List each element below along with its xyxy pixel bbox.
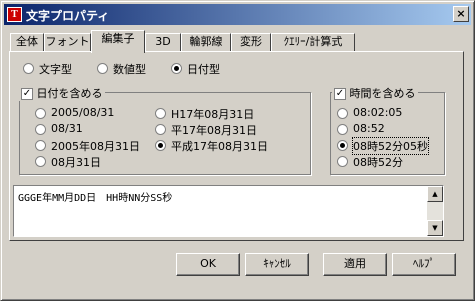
cancel-button[interactable]: ｷｬﾝｾﾙ xyxy=(245,253,309,276)
properties-dialog: T 文字プロパティ × 全体 フォント 編集子 3D 輪郭線 変形 ｸｴﾘｰ/計… xyxy=(0,0,475,301)
tab-zentai[interactable]: 全体 xyxy=(10,33,44,51)
app-icon: T xyxy=(7,7,22,22)
apply-button[interactable]: 適用 xyxy=(323,253,387,276)
tab-panel xyxy=(9,51,464,241)
help-button[interactable]: ﾍﾙﾌﾟ xyxy=(392,253,456,276)
ok-button[interactable]: OK xyxy=(176,253,240,276)
tab-font[interactable]: フォント xyxy=(44,33,91,51)
tab-3d[interactable]: 3D xyxy=(145,33,181,51)
close-button[interactable]: × xyxy=(453,6,469,22)
title-bar[interactable]: T 文字プロパティ × xyxy=(4,4,471,25)
tab-henshushi[interactable]: 編集子 xyxy=(91,30,145,53)
tab-rinkakusen[interactable]: 輪郭線 xyxy=(181,33,231,51)
window-title: 文字プロパティ xyxy=(26,9,110,23)
tab-henkei[interactable]: 変形 xyxy=(231,33,271,51)
tab-query-formula[interactable]: ｸｴﾘｰ/計算式 xyxy=(271,33,355,51)
